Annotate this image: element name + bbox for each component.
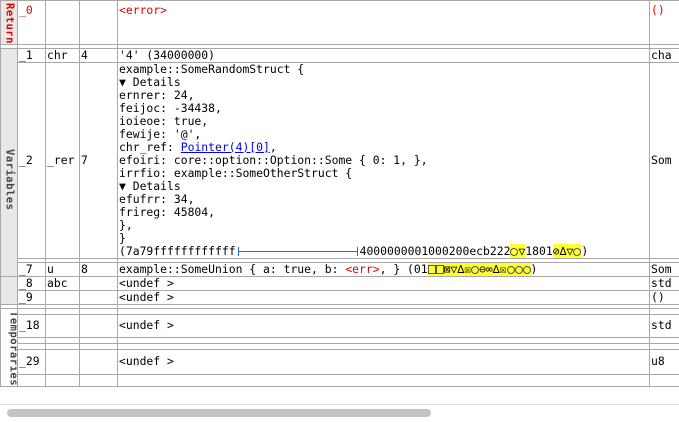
row-ty: std <box>650 315 679 338</box>
struct-line: efoiri: core::option::Option::Some { 0: … <box>119 154 648 167</box>
undef-bytes-highlight: ▽ <box>510 244 525 258</box>
row-size <box>80 290 118 304</box>
row-ty: cha <box>650 48 679 62</box>
scrollbar-thumb[interactable] <box>7 409 431 417</box>
row-ty: std <box>650 276 679 290</box>
details-toggle[interactable]: ▼ Details <box>119 180 648 193</box>
return-section-label: Return <box>1 1 18 45</box>
row-type <box>46 1 80 45</box>
locals-table: Return _0 <error> () Variables _1 chr 4 … <box>0 0 679 387</box>
row-size <box>80 315 118 338</box>
struct-line: irrfio: example::SomeOtherStruct { <box>119 167 648 180</box>
struct-line: chr_ref: Pointer(4)[0], <box>119 141 648 154</box>
glyph-icon <box>510 248 518 256</box>
struct-line: ernrer: 24, <box>119 89 648 102</box>
row-ty: Som <box>650 62 679 258</box>
row-type <box>46 290 80 304</box>
table-row[interactable]: _8 abc <undef > std <box>1 276 679 290</box>
row-name: _18 <box>18 315 46 338</box>
row-ty: () <box>650 1 679 45</box>
row-value: '4' (34000000) <box>118 48 650 62</box>
row-name: _29 <box>18 349 46 374</box>
struct-line: efufrr: 34, <box>119 193 648 206</box>
undef-bytes-highlight: ⊠▽∆☒⊖∞∆☒ <box>428 262 531 276</box>
struct-value: example::SomeRandomStruct { ▼ Details er… <box>118 62 650 258</box>
table-row[interactable]: _18 <undef > std <box>1 315 679 338</box>
struct-line: }, <box>119 219 648 232</box>
variables-section-label: Variables <box>1 48 18 276</box>
table-row[interactable]: Variables _1 chr 4 '4' (34000000) cha <box>1 48 679 62</box>
row-value: <undef > <box>118 276 650 290</box>
row-size <box>80 349 118 374</box>
row-name: _7 <box>18 262 46 276</box>
pointer-link[interactable]: Pointer(4)[0] <box>181 140 270 154</box>
row-name: _8 <box>18 276 46 290</box>
row-type: u <box>46 262 80 276</box>
row-size: 7 <box>80 62 118 258</box>
row-type: abc <box>46 276 80 290</box>
row-value: <undef > <box>118 290 650 304</box>
row-value: <undef > <box>118 315 650 338</box>
memory-inspector: Return _0 <error> () Variables _1 chr 4 … <box>0 0 679 404</box>
row-name: _1 <box>18 48 46 62</box>
row-name: _9 <box>18 290 46 304</box>
details-toggle[interactable]: ▼ Details <box>119 76 648 89</box>
row-value: <undef > <box>118 349 650 374</box>
row-type <box>46 315 80 338</box>
undef-bytes-highlight: ⊘∆▽ <box>553 244 582 258</box>
union-value: example::SomeUnion { a: true, b: <err>, … <box>118 262 650 276</box>
row-size: 8 <box>80 262 118 276</box>
table-row[interactable]: _29 <undef > u8 <box>1 349 679 374</box>
row-name: _0 <box>18 1 46 45</box>
row-value: <error> <box>118 1 650 45</box>
row-type: _rer <box>46 62 80 258</box>
row-size <box>80 1 118 45</box>
row-type: chr <box>46 48 80 62</box>
row-size: 4 <box>80 48 118 62</box>
table-row[interactable]: _7 u 8 example::SomeUnion { a: true, b: … <box>1 262 679 276</box>
horizontal-scrollbar[interactable] <box>0 404 679 422</box>
table-row[interactable]: _9 <undef > () <box>1 290 679 304</box>
row-name: _2 <box>18 62 46 258</box>
row-ty: () <box>650 290 679 304</box>
struct-line: feijoc: -34438, <box>119 102 648 115</box>
pointer-arrow-icon[interactable] <box>238 247 358 256</box>
struct-line: ioieoe: true, <box>119 115 648 128</box>
row-ty: u8 <box>650 349 679 374</box>
table-row[interactable]: Return _0 <error> () <box>1 1 679 45</box>
bytes-line: (7a79ffffffffffff4000000001000200ecb222▽… <box>119 245 648 258</box>
temporaries-section-label: Temporaries <box>1 308 18 386</box>
row-size <box>80 276 118 290</box>
table-row[interactable]: _2 _rer 7 example::SomeRandomStruct { ▼ … <box>1 62 679 258</box>
row-type <box>46 349 80 374</box>
struct-line: frireg: 45804, <box>119 206 648 219</box>
row-ty: Som <box>650 262 679 276</box>
struct-line: example::SomeRandomStruct { <box>119 63 648 76</box>
